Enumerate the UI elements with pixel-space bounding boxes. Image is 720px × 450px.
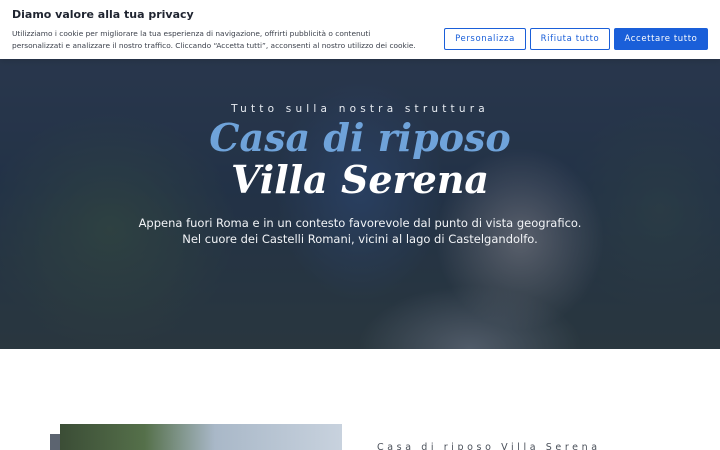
reject-all-cookies-button[interactable]: Rifiuta tutto — [530, 28, 610, 50]
hero-section: Tutto sulla nostra struttura Casa di rip… — [0, 59, 720, 349]
hero-kicker: Tutto sulla nostra struttura — [231, 103, 489, 115]
hero-title-line-2: Villa Serena — [230, 157, 490, 202]
cookie-banner-title: Diamo valore alla tua privacy — [12, 8, 194, 21]
accept-all-cookies-button[interactable]: Accettare tutto — [614, 28, 708, 50]
photo-accent-block — [50, 434, 60, 450]
cookie-banner: Diamo valore alla tua privacy Utilizziam… — [0, 0, 720, 59]
hero-title-line-1: Casa di riposo — [209, 115, 511, 160]
section-kicker: Casa di riposo Villa Serena — [377, 442, 601, 450]
hero-subtitle-line-1: Appena fuori Roma e in un contesto favor… — [138, 216, 582, 230]
cookie-banner-text: Utilizziamo i cookie per migliorare la t… — [12, 29, 416, 50]
hero-subtitle: Appena fuori Roma e in un contesto favor… — [0, 215, 720, 247]
facility-photo — [60, 424, 342, 450]
personalize-cookies-button[interactable]: Personalizza — [444, 28, 526, 50]
hero-subtitle-line-2: Nel cuore dei Castelli Romani, vicini al… — [182, 232, 538, 246]
